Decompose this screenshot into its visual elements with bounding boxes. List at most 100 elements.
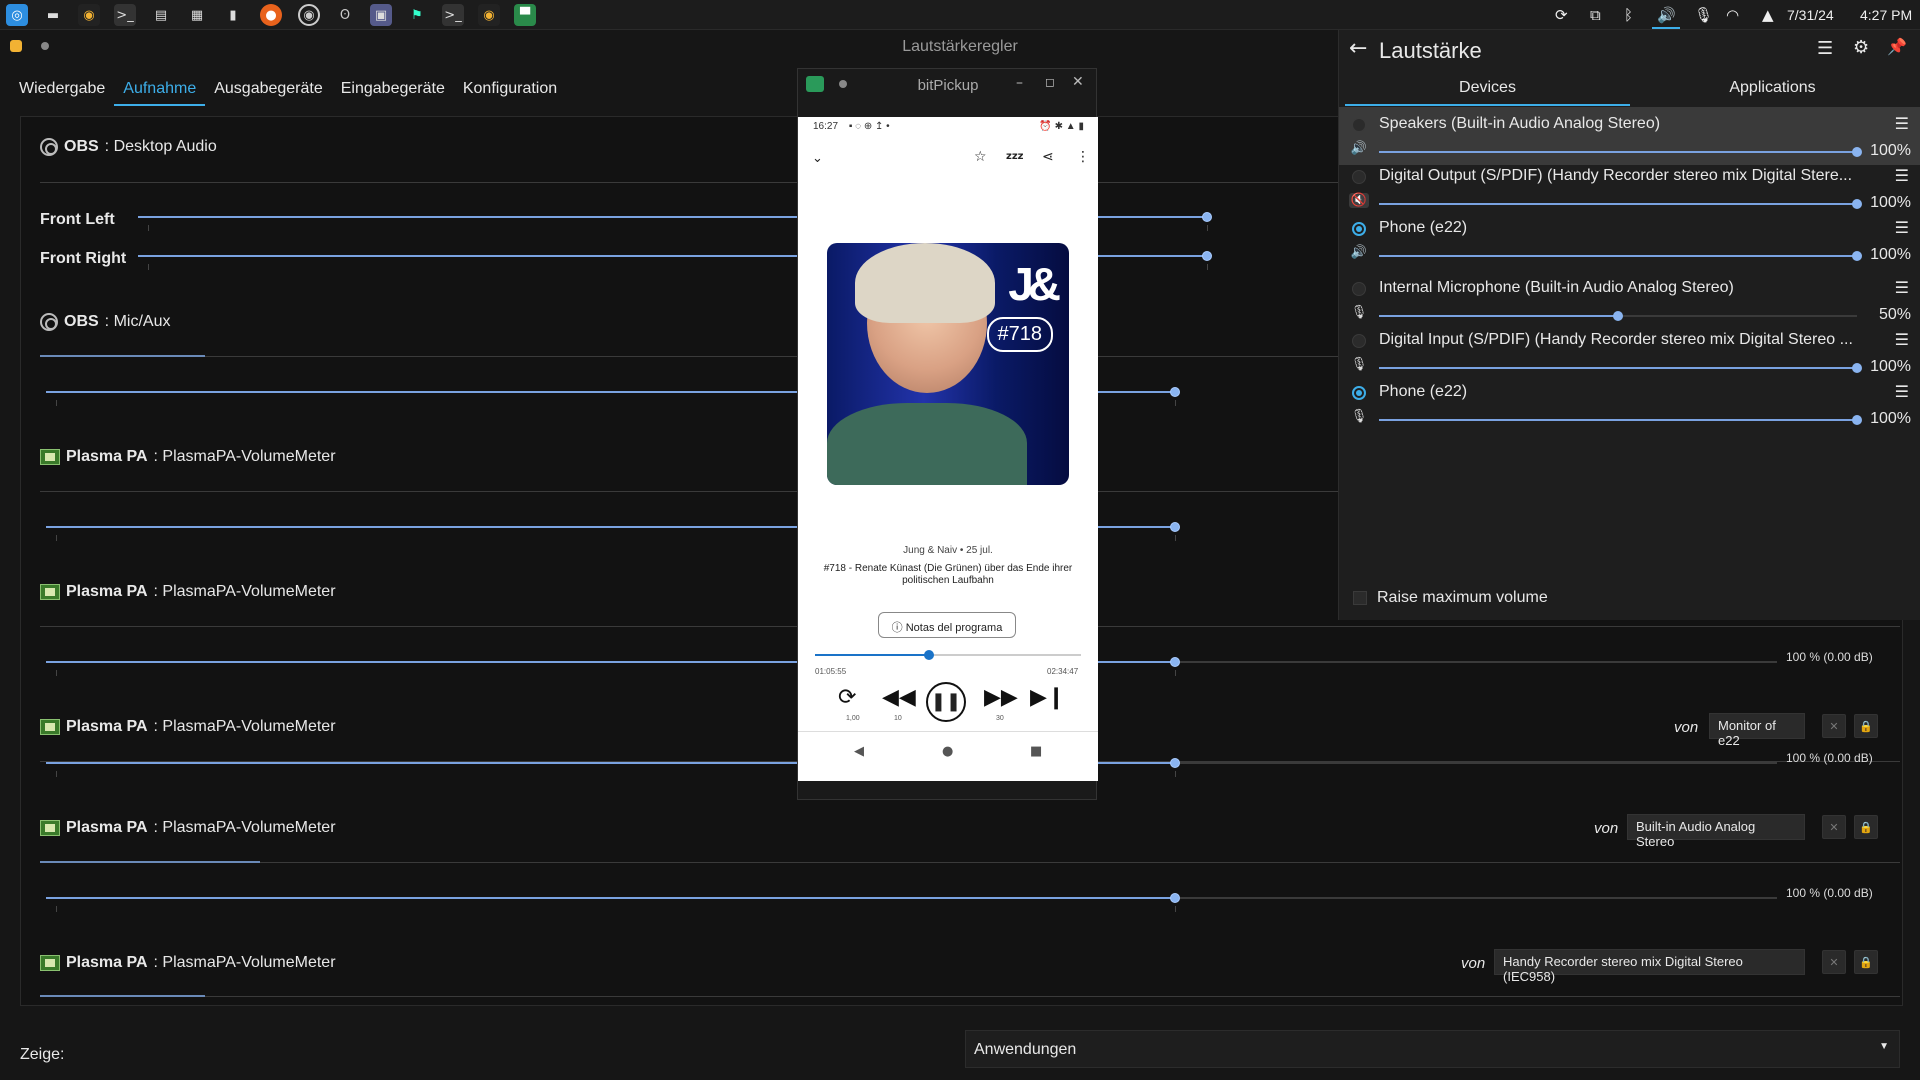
microphone-icon[interactable]: 🎙 [1349,305,1369,320]
pause-button[interactable]: ❚❚ [926,682,966,722]
app-launcher-icon[interactable]: ◎ [6,4,28,26]
default-device-radio[interactable] [1352,282,1366,296]
device-volume-slider[interactable] [1379,363,1862,373]
clipboard-tray-icon[interactable]: ⧉ [1590,6,1601,24]
source-device-select[interactable]: Monitor of e22 [1709,713,1805,748]
android-mirror-icon[interactable]: ▀ [514,4,536,26]
close-icon[interactable]: ✕ [1072,74,1084,90]
microphone-tray-icon[interactable]: 🎙 [1694,6,1713,24]
stream-volume-slider[interactable] [46,897,1175,899]
star-icon[interactable]: ☆ [974,149,987,165]
muted-speaker-icon[interactable]: 🔇 [1349,193,1369,208]
default-device-radio[interactable] [1352,334,1366,348]
slider-track-remainder[interactable] [1180,762,1777,764]
default-device-radio[interactable] [1352,118,1366,132]
owl-icon[interactable]: ʘ [334,4,356,26]
stream-volume-slider-handle[interactable] [1170,387,1180,397]
microphone-icon[interactable]: 🎙 [1349,409,1369,424]
stream-volume-slider-handle[interactable] [1170,657,1180,667]
obs-taskbar-icon[interactable]: ◉ [298,4,320,26]
device-volume-slider[interactable] [1379,311,1857,321]
tray-date[interactable]: 7/31/24 [1787,7,1834,23]
default-device-radio[interactable] [1352,222,1366,236]
device-volume-handle[interactable] [1852,199,1862,209]
settings-gear-icon[interactable]: ⚙ [1853,37,1869,58]
player-icon[interactable]: ◉ [478,4,500,26]
stream-volume-slider-handle[interactable] [1170,522,1180,532]
recents-icon[interactable]: ■ [1030,744,1042,759]
mute-button[interactable]: ✕ [1822,815,1846,839]
device-volume-handle[interactable] [1852,147,1862,157]
device-menu-icon[interactable]: ☰ [1895,278,1909,297]
stream-volume-slider-handle[interactable] [1170,758,1180,768]
expand-tray-icon[interactable]: ▲ [1762,6,1774,24]
device-volume-handle[interactable] [1613,311,1623,321]
console-icon[interactable]: >_ [442,4,464,26]
device-row[interactable]: Phone (e22) ☰ 🎙 100% [1339,375,1920,433]
mute-button[interactable]: ✕ [1822,714,1846,738]
back-arrow-icon[interactable]: ← [1349,36,1367,61]
device-row[interactable]: Speakers (Built-in Audio Analog Stereo) ☰… [1339,107,1920,165]
tab-devices[interactable]: Devices [1345,79,1630,97]
source-device-select[interactable]: Handy Recorder stereo mix Digital Stereo… [1494,949,1805,984]
slider-track-remainder[interactable] [1180,661,1777,663]
more-icon[interactable]: ⋮ [1076,149,1090,165]
wifi-tray-icon[interactable]: ◠ [1726,6,1739,24]
device-menu-icon[interactable]: ☰ [1895,114,1909,133]
device-row[interactable]: Internal Microphone (Built-in Audio Anal… [1339,271,1920,329]
device-row[interactable]: Digital Input (S/PDIF) (Handy Recorder s… [1339,323,1920,381]
home-icon[interactable]: ● [942,744,953,759]
tab-konfiguration[interactable]: Konfiguration [454,76,566,106]
lock-button[interactable]: 🔒 [1854,815,1878,839]
lock-button[interactable]: 🔒 [1854,950,1878,974]
playback-speed-icon[interactable]: ⟳ [838,685,856,710]
back-icon[interactable]: ◀ [854,744,864,759]
device-row[interactable]: Phone (e22) ☰ 🔊 100% [1339,211,1920,269]
minimize-icon[interactable]: – [1016,75,1023,91]
notes-icon[interactable]: ▮ [222,4,244,26]
kdeconnect-tray-icon[interactable]: ⟳ [1555,6,1568,24]
tab-eingabegeraete[interactable]: Eingabegeräte [332,76,454,106]
image-editor-icon[interactable]: ▣ [370,4,392,26]
show-combobox[interactable]: Anwendungen ▼ [965,1030,1900,1068]
firefox-icon[interactable]: ● [260,4,282,26]
device-volume-slider[interactable] [1379,251,1862,261]
qr-icon[interactable]: ▦ [186,4,208,26]
speaker-icon[interactable]: 🔊 [1349,245,1369,260]
progress-knob[interactable] [924,650,934,660]
playback-progress[interactable] [815,650,1081,660]
maximize-icon[interactable]: ◻ [1045,75,1055,89]
file-manager-icon[interactable]: ▤ [150,4,172,26]
device-row[interactable]: Digital Output (S/PDIF) (Handy Recorder … [1339,159,1920,217]
stream-volume-slider-handle[interactable] [1170,893,1180,903]
speaker-icon[interactable]: 🔊 [1349,141,1369,156]
forward-icon[interactable]: ▶▶ [984,685,1018,710]
default-device-radio[interactable] [1352,170,1366,184]
vpn-icon[interactable]: ⚑ [406,4,428,26]
slider-track-remainder[interactable] [1180,897,1777,899]
list-icon[interactable]: ☰ [1817,38,1833,59]
bluetooth-tray-icon[interactable]: ᛒ [1624,6,1633,24]
device-volume-slider[interactable] [1379,199,1862,209]
rewind-icon[interactable]: ◀◀ [882,685,916,710]
terminal-icon[interactable]: >_ [114,4,136,26]
device-volume-slider[interactable] [1379,147,1862,157]
raise-max-volume-option[interactable]: Raise maximum volume [1353,589,1548,607]
lock-button[interactable]: 🔒 [1854,714,1878,738]
tab-applications[interactable]: Applications [1630,79,1915,97]
source-device-select[interactable]: Built-in Audio Analog Stereo [1627,814,1805,849]
volume-tray-icon[interactable]: 🔊 [1657,6,1676,24]
tab-aufnahme[interactable]: Aufnahme [114,76,206,106]
files-icon[interactable]: ▬ [42,4,64,26]
device-volume-slider[interactable] [1379,415,1862,425]
device-menu-icon[interactable]: ☰ [1895,382,1909,401]
pin-icon[interactable]: 📌 [1887,37,1907,56]
share-icon[interactable]: ⋖ [1042,149,1054,165]
music-player-icon[interactable]: ◉ [78,4,100,26]
default-device-radio[interactable] [1352,386,1366,400]
device-menu-icon[interactable]: ☰ [1895,218,1909,237]
show-notes-button[interactable]: ⓘ Notas del programa [878,612,1016,638]
sleep-icon[interactable]: zzz [1006,151,1023,162]
collapse-icon[interactable]: ⌄ [812,151,823,166]
tray-time[interactable]: 4:27 PM [1860,7,1912,23]
